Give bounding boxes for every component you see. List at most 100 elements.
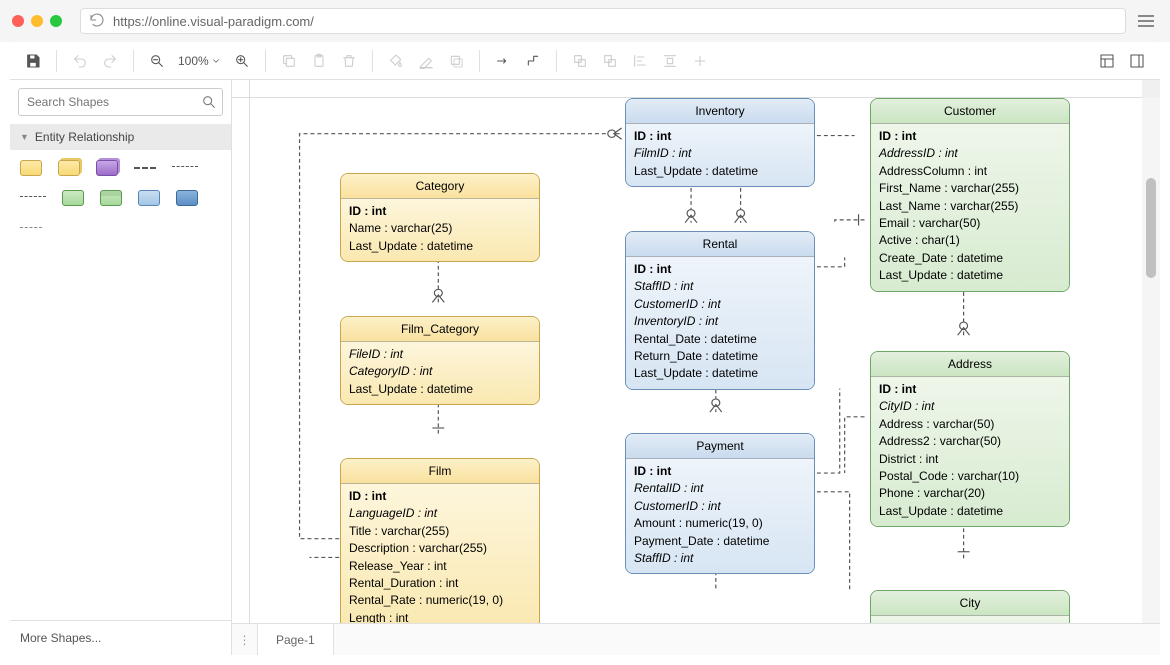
entity-film_category[interactable]: Film_CategoryFileID : intCategoryID : in… — [340, 316, 540, 405]
fill-color-button[interactable] — [383, 48, 409, 74]
zoom-select[interactable]: 100% — [174, 54, 225, 68]
entity-column[interactable]: Last_Update : datetime — [879, 267, 1061, 284]
zoom-out-button[interactable] — [144, 48, 170, 74]
minimize-window-button[interactable] — [31, 15, 43, 27]
waypoint-style-button[interactable] — [520, 48, 546, 74]
add-button[interactable] — [687, 48, 713, 74]
entity-column[interactable]: Amount : numeric(19, 0) — [634, 515, 806, 532]
entity-customer[interactable]: CustomerID : intAddressID : intAddressCo… — [870, 98, 1070, 292]
entity-column[interactable]: Name : varchar(25) — [349, 220, 531, 237]
shape-table-green-header[interactable] — [100, 190, 122, 206]
entity-column[interactable]: ID : int — [634, 463, 806, 480]
entity-column[interactable]: AddressColumn : int — [879, 163, 1061, 180]
shape-entity-purple[interactable] — [96, 160, 118, 176]
shadow-button[interactable] — [443, 48, 469, 74]
browser-menu-button[interactable] — [1134, 9, 1158, 33]
entity-column[interactable]: Create_Date : datetime — [879, 250, 1061, 267]
shape-entity[interactable] — [20, 160, 42, 176]
save-button[interactable] — [20, 48, 46, 74]
entity-column[interactable]: Last_Update : datetime — [634, 163, 806, 180]
entity-column[interactable]: FilmID : int — [634, 145, 806, 162]
entity-column[interactable]: Phone : varchar(20) — [879, 485, 1061, 502]
undo-button[interactable] — [67, 48, 93, 74]
entity-column[interactable]: Release_Year : int — [349, 558, 531, 575]
address-bar[interactable]: https://online.visual-paradigm.com/ — [80, 8, 1126, 34]
shape-table-green[interactable] — [62, 190, 84, 206]
entity-inventory[interactable]: InventoryID : intFilmID : intLast_Update… — [625, 98, 815, 187]
entity-column[interactable]: Rental_Date : datetime — [634, 331, 806, 348]
entity-column[interactable]: RentalID : int — [634, 480, 806, 497]
entity-column[interactable]: StaffID : int — [634, 278, 806, 295]
entity-column[interactable]: Payment_Date : datetime — [634, 533, 806, 550]
entity-column[interactable]: Return_Date : datetime — [634, 348, 806, 365]
delete-button[interactable] — [336, 48, 362, 74]
entity-column[interactable]: Last_Update : datetime — [349, 238, 531, 255]
copy-button[interactable] — [276, 48, 302, 74]
connection-style-button[interactable] — [490, 48, 516, 74]
entity-column[interactable]: CustomerID : int — [634, 296, 806, 313]
entity-column[interactable]: ID : int — [634, 128, 806, 145]
entity-column[interactable]: Rental_Duration : int — [349, 575, 531, 592]
entity-column[interactable]: First_Name : varchar(255) — [879, 180, 1061, 197]
shape-entity-3d[interactable] — [58, 160, 80, 176]
redo-button[interactable] — [97, 48, 123, 74]
entity-address[interactable]: AddressID : intCityID : intAddress : var… — [870, 351, 1070, 527]
paste-button[interactable] — [306, 48, 332, 74]
format-panel-button[interactable] — [1094, 48, 1120, 74]
entity-column[interactable]: Title : varchar(255) — [349, 523, 531, 540]
entity-column[interactable]: Address : varchar(50) — [879, 416, 1061, 433]
distribute-button[interactable] — [657, 48, 683, 74]
entity-column[interactable]: District : int — [879, 451, 1061, 468]
entity-rental[interactable]: RentalID : intStaffID : intCustomerID : … — [625, 231, 815, 390]
entity-column[interactable]: Last_Update : datetime — [634, 365, 806, 382]
entity-column[interactable]: LanguageID : int — [349, 505, 531, 522]
entity-column[interactable]: StaffID : int — [634, 550, 806, 567]
search-icon[interactable] — [201, 94, 217, 113]
entity-column[interactable]: FileID : int — [349, 346, 531, 363]
entity-column[interactable]: CustomerID : int — [634, 498, 806, 515]
more-shapes-button[interactable]: More Shapes... — [10, 620, 231, 655]
entity-column[interactable]: CityID : int — [879, 398, 1061, 415]
tabs-handle[interactable]: ⋮ — [232, 624, 258, 655]
entity-column[interactable]: ID : int — [349, 488, 531, 505]
shape-table-blue-dark[interactable] — [176, 190, 198, 206]
entity-column[interactable]: Address2 : varchar(50) — [879, 433, 1061, 450]
entity-column[interactable]: ID : int — [634, 261, 806, 278]
vertical-scrollbar[interactable] — [1142, 98, 1160, 623]
align-button[interactable] — [627, 48, 653, 74]
entity-column[interactable]: ID : int — [879, 128, 1061, 145]
entity-film[interactable]: FilmID : intLanguageID : intTitle : varc… — [340, 458, 540, 623]
entity-column[interactable]: Email : varchar(50) — [879, 215, 1061, 232]
entity-column[interactable]: Rental_Rate : numeric(19, 0) — [349, 592, 531, 609]
shape-relation-crow[interactable] — [172, 160, 198, 172]
entity-column[interactable]: Postal_Code : varchar(10) — [879, 468, 1061, 485]
entity-payment[interactable]: PaymentID : intRentalID : intCustomerID … — [625, 433, 815, 574]
refresh-icon[interactable] — [89, 12, 105, 31]
shape-dash-line[interactable] — [20, 227, 42, 229]
shape-relation-dot[interactable] — [134, 167, 156, 169]
entity-column[interactable]: InventoryID : int — [634, 313, 806, 330]
page-tab-1[interactable]: Page-1 — [258, 624, 334, 655]
maximize-window-button[interactable] — [50, 15, 62, 27]
entity-column[interactable]: Last_Name : varchar(255) — [879, 198, 1061, 215]
entity-column[interactable]: ID : int — [879, 381, 1061, 398]
entity-column[interactable]: Last_Update : datetime — [349, 381, 531, 398]
zoom-in-button[interactable] — [229, 48, 255, 74]
entity-column[interactable]: Last_Update : datetime — [879, 503, 1061, 520]
shape-table-blue[interactable] — [138, 190, 160, 206]
to-front-button[interactable] — [567, 48, 593, 74]
outline-panel-button[interactable] — [1124, 48, 1150, 74]
entity-column[interactable]: Length : int — [349, 610, 531, 623]
close-window-button[interactable] — [12, 15, 24, 27]
entity-column[interactable]: AddressID : int — [879, 145, 1061, 162]
entity-column[interactable]: CategoryID : int — [349, 363, 531, 380]
search-input[interactable] — [18, 88, 223, 116]
line-color-button[interactable] — [413, 48, 439, 74]
entity-column[interactable]: Active : char(1) — [879, 232, 1061, 249]
to-back-button[interactable] — [597, 48, 623, 74]
entity-category[interactable]: CategoryID : intName : varchar(25)Last_U… — [340, 173, 540, 262]
entity-column[interactable]: Description : varchar(255) — [349, 540, 531, 557]
entity-city[interactable]: CityID : int — [870, 590, 1070, 623]
entity-column[interactable]: ID : int — [349, 203, 531, 220]
canvas[interactable]: CategoryID : intName : varchar(25)Last_U… — [250, 98, 1142, 623]
